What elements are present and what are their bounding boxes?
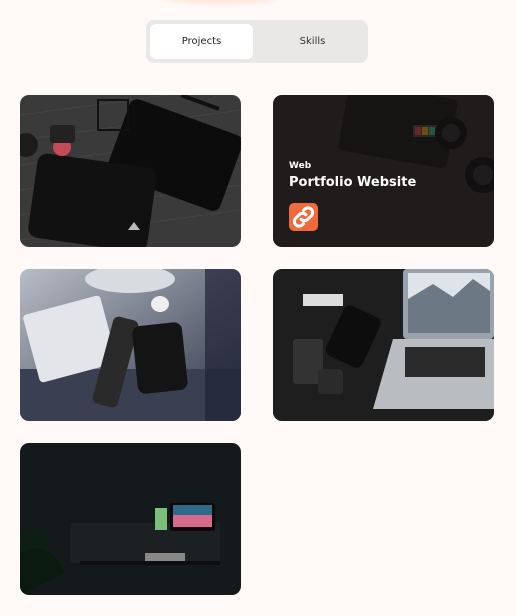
tab-projects[interactable]: Projects	[150, 24, 253, 59]
project-image-5	[20, 443, 241, 595]
project-image-1	[20, 95, 241, 247]
top-decoration	[160, 0, 280, 4]
project-card-1[interactable]	[20, 95, 241, 247]
project-category: Web	[289, 161, 312, 171]
project-card-5[interactable]	[20, 443, 241, 595]
link-icon	[292, 206, 315, 228]
project-title: Portfolio Website	[289, 175, 417, 190]
project-image-4	[273, 269, 494, 421]
project-card-4[interactable]	[273, 269, 494, 421]
project-link-button[interactable]	[289, 203, 318, 231]
project-card-3[interactable]	[20, 269, 241, 421]
tab-switcher: Projects Skills	[146, 20, 368, 63]
project-image-3	[20, 269, 241, 421]
project-card-2[interactable]: Web Portfolio Website	[273, 95, 494, 247]
tab-skills[interactable]: Skills	[261, 24, 364, 59]
